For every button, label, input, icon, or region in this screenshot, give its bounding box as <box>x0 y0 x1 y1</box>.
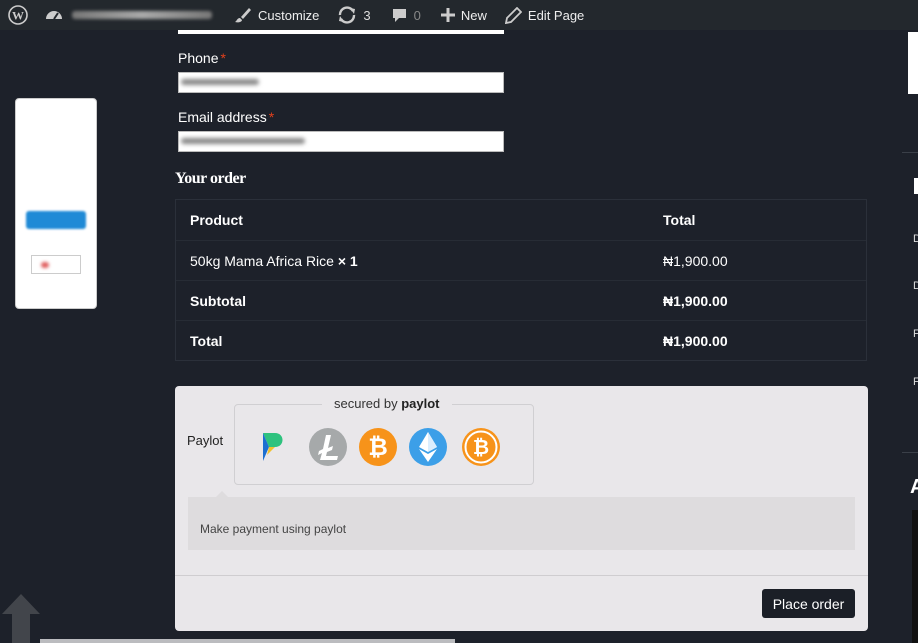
phone-value-blurred <box>181 79 259 85</box>
svg-text:W: W <box>12 9 24 23</box>
widget-button[interactable] <box>26 211 86 229</box>
table-row: 50kg Mama Africa Rice × 1 ₦1,900.00 <box>176 240 866 280</box>
litecoin-icon <box>309 428 347 466</box>
bottom-scrollbar[interactable] <box>40 639 455 643</box>
total-label: Total <box>190 332 223 349</box>
paylot-logo-icon <box>263 433 283 461</box>
total-row: Total ₦1,900.00 <box>176 320 866 360</box>
product-cell: 50kg Mama Africa Rice × 1 <box>190 253 358 269</box>
table-header-row: Product Total <box>176 200 866 240</box>
required-mark: * <box>268 109 275 125</box>
payment-description-box: Make payment using paylot <box>188 497 855 550</box>
phone-label: Phone * <box>178 50 226 66</box>
payment-method-label[interactable]: Paylot <box>187 433 223 448</box>
updates-count: 3 <box>363 7 371 23</box>
floating-widget-card <box>15 98 97 309</box>
edit-page-link[interactable]: Edit Page <box>497 0 592 30</box>
svg-text:₿: ₿ <box>368 433 388 461</box>
right-sidebar-item[interactable]: F <box>913 328 918 340</box>
new-label: New <box>460 7 487 23</box>
updates-link[interactable]: 3 <box>329 0 378 30</box>
your-order-heading: Your order <box>175 170 246 187</box>
updates-icon <box>339 6 356 24</box>
place-order-button[interactable]: Place order <box>762 589 855 618</box>
right-sidebar-heading: A <box>910 476 918 498</box>
admin-bar: W Customize 3 0 New Edit Page <box>0 0 918 30</box>
right-sidebar-widget <box>908 32 918 94</box>
edit-page-label: Edit Page <box>527 7 585 23</box>
scroll-to-top-icon[interactable] <box>0 592 42 643</box>
dashboard-icon <box>46 11 62 20</box>
phone-label-text: Phone <box>178 50 219 66</box>
payment-divider <box>175 575 868 576</box>
payment-section: Paylot secured by paylot ₿ ₿ Make paymen… <box>175 386 868 631</box>
subtotal-value: ₦1,900.00 <box>663 292 728 309</box>
ethereum-icon <box>409 428 447 466</box>
plus-icon <box>440 8 455 22</box>
phone-input[interactable] <box>178 72 504 93</box>
comments-count: 0 <box>413 7 421 23</box>
paylot-logo-box: secured by paylot ₿ ₿ <box>234 396 534 485</box>
order-table: Product Total 50kg Mama Africa Rice × 1 … <box>175 199 867 361</box>
svg-text:₿: ₿ <box>473 435 489 459</box>
right-sidebar-item[interactable]: D <box>913 233 918 245</box>
column-header-total: Total <box>663 212 696 228</box>
product-total: ₦1,900.00 <box>663 252 728 269</box>
right-sidebar-panel <box>912 510 918 643</box>
widget-badge-mark <box>41 262 49 268</box>
previous-field-input[interactable] <box>178 30 504 34</box>
right-sidebar-item[interactable]: F <box>913 376 918 388</box>
required-mark: * <box>220 50 226 66</box>
comments-link[interactable]: 0 <box>383 0 429 30</box>
right-sidebar-item[interactable]: D <box>913 280 918 292</box>
wordpress-icon: W <box>8 5 28 25</box>
site-name-blurred <box>72 11 212 19</box>
payment-description: Make payment using paylot <box>200 522 347 536</box>
right-sidebar-divider <box>902 152 918 153</box>
secured-by-text: secured by paylot <box>322 396 452 411</box>
customize-link[interactable]: Customize <box>226 0 327 30</box>
bitcoin-icon: ₿ <box>359 428 397 466</box>
paintbrush-icon <box>235 8 251 23</box>
bitcoin-cash-icon: ₿ <box>462 428 500 466</box>
total-value: ₦1,900.00 <box>663 332 728 349</box>
pencil-icon <box>504 6 522 24</box>
secured-brand: paylot <box>401 396 440 411</box>
product-name: 50kg Mama Africa Rice <box>190 252 334 269</box>
secured-prefix: secured by <box>334 396 398 411</box>
widget-badge[interactable] <box>31 255 81 274</box>
right-sidebar-divider <box>902 452 918 453</box>
customize-label: Customize <box>258 7 320 23</box>
product-qty: × 1 <box>337 252 358 269</box>
right-sidebar-heading-mark <box>914 178 918 194</box>
column-header-product: Product <box>190 212 243 228</box>
site-name-link[interactable] <box>36 0 220 30</box>
subtotal-row: Subtotal ₦1,900.00 <box>176 280 866 320</box>
email-input[interactable] <box>178 131 504 152</box>
subtotal-label: Subtotal <box>190 292 246 309</box>
email-label-text: Email address <box>178 109 267 125</box>
email-label: Email address * <box>178 109 274 125</box>
new-content-link[interactable]: New <box>433 0 495 30</box>
wordpress-logo-button[interactable]: W <box>0 0 36 30</box>
comment-icon <box>392 8 406 22</box>
email-value-blurred <box>181 138 305 144</box>
